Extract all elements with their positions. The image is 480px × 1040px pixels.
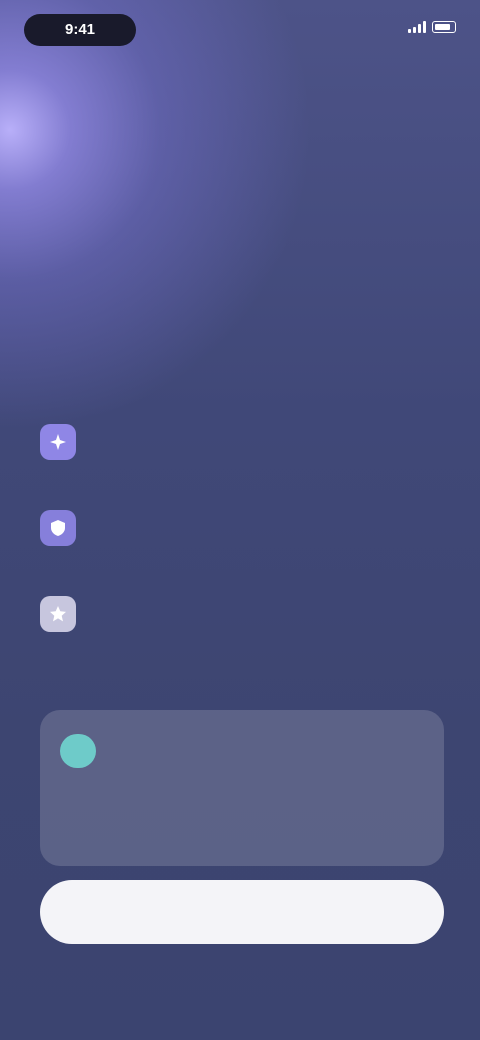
sparkle-icon — [40, 424, 76, 460]
subscribe-button[interactable] — [40, 880, 444, 944]
status-indicators — [408, 21, 456, 33]
status-time: 9:41 — [64, 21, 96, 38]
battery-icon — [432, 21, 456, 33]
plan-badge — [60, 734, 96, 768]
star-icon — [40, 596, 76, 632]
feature-list — [40, 418, 440, 676]
signal-icon — [408, 21, 426, 33]
feature-item — [40, 418, 440, 504]
plan-card[interactable] — [40, 710, 444, 866]
shield-icon — [40, 510, 76, 546]
feature-item — [40, 590, 440, 676]
status-bar: 9:41 — [24, 14, 456, 50]
feature-item — [40, 504, 440, 590]
top-bar — [40, 80, 440, 104]
paywall-screen: 9:41 — [0, 0, 480, 1040]
